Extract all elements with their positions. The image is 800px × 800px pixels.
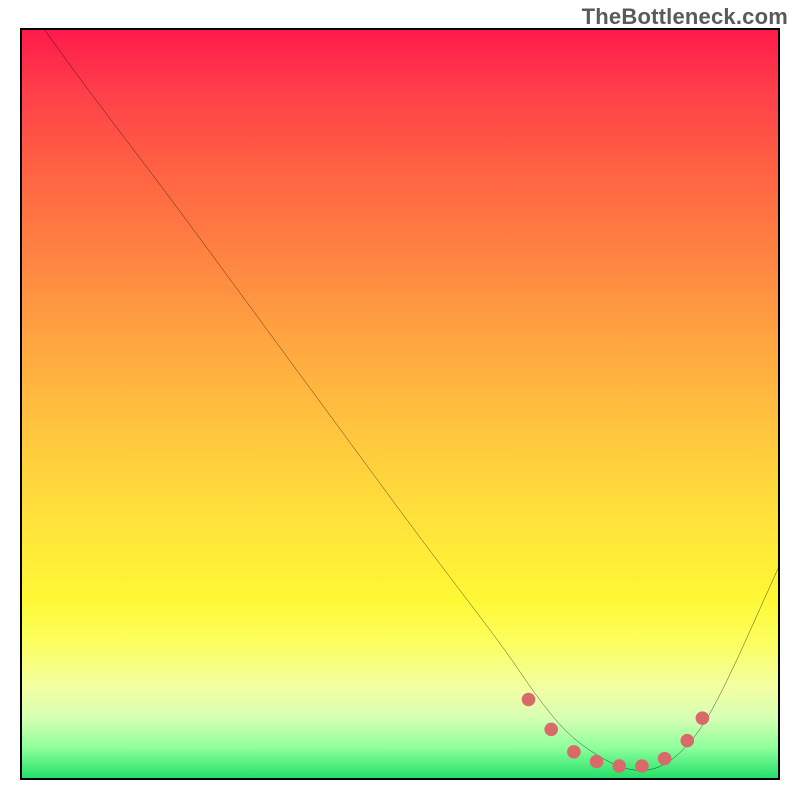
marker-dot xyxy=(696,711,710,724)
plot-area xyxy=(20,28,780,780)
marker-dot xyxy=(522,693,536,706)
marker-dot xyxy=(567,745,581,758)
watermark-text: TheBottleneck.com xyxy=(582,4,788,30)
marker-dot xyxy=(612,759,626,772)
marker-dot xyxy=(635,759,649,772)
chart-svg xyxy=(22,30,778,778)
marker-dot xyxy=(680,734,694,747)
marker-dot xyxy=(590,755,604,768)
chart-frame: TheBottleneck.com xyxy=(0,0,800,800)
bottleneck-curve xyxy=(45,30,778,771)
highlighted-minimum-markers xyxy=(522,693,709,773)
marker-dot xyxy=(544,723,558,736)
marker-dot xyxy=(658,752,672,765)
